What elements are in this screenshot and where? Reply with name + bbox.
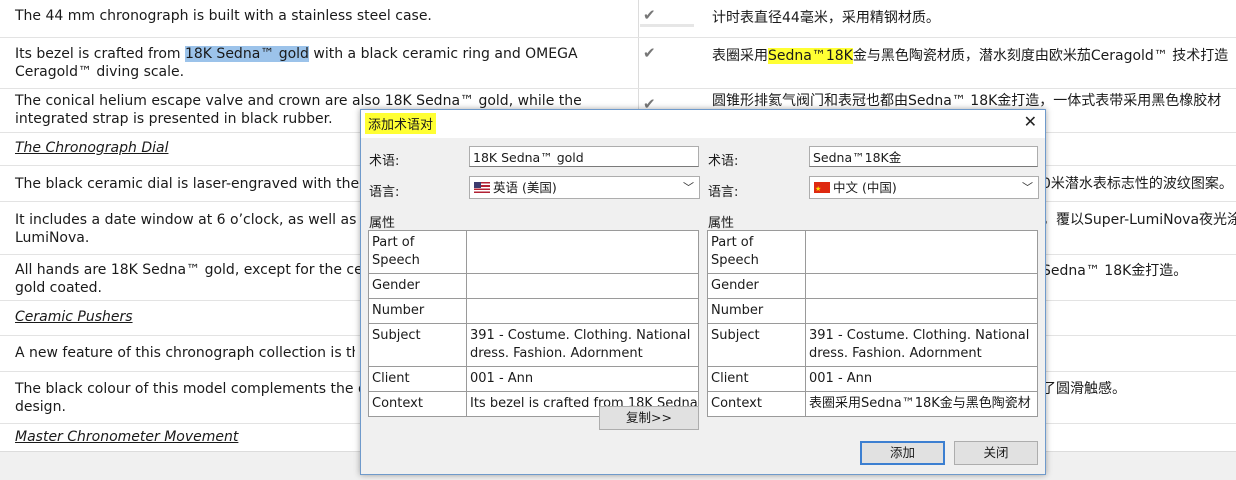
status-cell: ✔ bbox=[640, 38, 700, 88]
cn-flag-icon bbox=[814, 179, 830, 200]
match-bar bbox=[640, 24, 694, 27]
close-icon[interactable]: ✕ bbox=[1024, 112, 1037, 131]
source-cell[interactable]: All hands are 18K Sedna™ gold, except fo… bbox=[15, 255, 391, 297]
confirmed-check-icon: ✔ bbox=[643, 6, 656, 24]
column-divider bbox=[638, 89, 639, 109]
target-cell[interactable]: Sedna™ 18K金打造。 bbox=[1042, 255, 1236, 280]
target-cell[interactable]: 表圈采用Sedna™18K金与黑色陶瓷材质，潜水刻度由欧米茄Ceragold™ … bbox=[712, 38, 1236, 65]
target-term-label: 术语: bbox=[708, 154, 739, 169]
source-cell[interactable]: The 44 mm chronograph is built with a st… bbox=[15, 0, 630, 25]
source-term-input[interactable]: 18K Sedna™ gold bbox=[469, 146, 699, 167]
add-term-pair-dialog: 添加术语对 ✕ 术语: 18K Sedna™ gold 语言: 英语 (美国) … bbox=[360, 109, 1046, 475]
column-divider bbox=[638, 38, 639, 88]
source-cell[interactable]: It includes a date window at 6 o’clock, … bbox=[15, 202, 395, 247]
column-divider bbox=[638, 0, 639, 37]
target-cell[interactable]: 了圆滑触感。 bbox=[1042, 372, 1236, 398]
highlighted-term: Sedna™18K bbox=[768, 48, 853, 64]
copy-button[interactable]: 复制>> bbox=[599, 406, 699, 430]
property-row[interactable]: Part of Speech bbox=[369, 231, 698, 274]
chevron-down-icon: ﹀ bbox=[683, 181, 694, 194]
chevron-down-icon: ﹀ bbox=[1022, 181, 1033, 194]
segment-row[interactable]: Its bezel is crafted from 18K Sedna™ gol… bbox=[0, 38, 1236, 89]
source-cell[interactable]: The black colour of this model complemen… bbox=[15, 372, 396, 416]
target-term-input[interactable]: Sedna™18K金 bbox=[809, 146, 1038, 167]
target-language-select[interactable]: 中文 (中国) ﹀ bbox=[809, 176, 1039, 200]
property-row[interactable]: Context 表圈采用Sedna™18K金与黑色陶瓷材 bbox=[708, 392, 1037, 416]
property-row[interactable]: Gender bbox=[708, 274, 1037, 299]
target-cell[interactable]: 圆锥形排氦气阀门和表冠也都由Sedna™ 18K金打造，一体式表带采用黑色橡胶材 bbox=[712, 89, 1236, 110]
target-cell[interactable]: ，覆以Super-LumiNova夜光涂 bbox=[1042, 202, 1236, 229]
source-language-select[interactable]: 英语 (美国) ﹀ bbox=[469, 176, 700, 199]
property-row[interactable]: Gender bbox=[369, 274, 698, 299]
target-cell[interactable]: 0米潜水表标志性的波纹图案。 bbox=[1042, 166, 1236, 193]
property-row[interactable]: Client 001 - Ann bbox=[708, 367, 1037, 392]
property-row[interactable]: Number bbox=[708, 299, 1037, 324]
close-button[interactable]: 关闭 bbox=[954, 441, 1038, 465]
property-row[interactable]: Subject 391 - Costume. Clothing. National… bbox=[369, 324, 698, 367]
source-cell[interactable]: Its bezel is crafted from 18K Sedna™ gol… bbox=[15, 38, 630, 81]
segment-row[interactable]: The 44 mm chronograph is built with a st… bbox=[0, 0, 1236, 38]
source-language-label: 语言: bbox=[369, 185, 400, 200]
source-properties-table: Part of Speech Gender Number Subject 391 … bbox=[368, 230, 699, 417]
dialog-title: 添加术语对 bbox=[365, 113, 437, 134]
target-cell[interactable]: 计时表直径44毫米，采用精钢材质。 bbox=[712, 0, 1236, 27]
source-term-label: 术语: bbox=[369, 154, 400, 169]
property-row[interactable]: Part of Speech bbox=[708, 231, 1037, 274]
source-properties-label: 属性 bbox=[369, 216, 396, 231]
confirmed-check-icon: ✔ bbox=[643, 44, 656, 62]
property-row[interactable]: Subject 391 - Costume. Clothing. National… bbox=[708, 324, 1037, 367]
target-properties-table: Part of Speech Gender Number Subject 391 … bbox=[707, 230, 1038, 417]
us-flag-icon bbox=[474, 182, 490, 193]
target-properties-label: 属性 bbox=[708, 216, 735, 231]
add-button[interactable]: 添加 bbox=[860, 441, 945, 465]
target-language-label: 语言: bbox=[708, 185, 739, 200]
property-row[interactable]: Number bbox=[369, 299, 698, 324]
status-cell: ✔ bbox=[640, 0, 700, 37]
property-row[interactable]: Client 001 - Ann bbox=[369, 367, 698, 392]
source-cell[interactable]: A new feature of this chronograph collec… bbox=[15, 336, 355, 362]
dialog-titlebar[interactable]: 添加术语对 ✕ bbox=[361, 110, 1045, 138]
selected-term: 18K Sedna™ gold bbox=[184, 46, 309, 62]
